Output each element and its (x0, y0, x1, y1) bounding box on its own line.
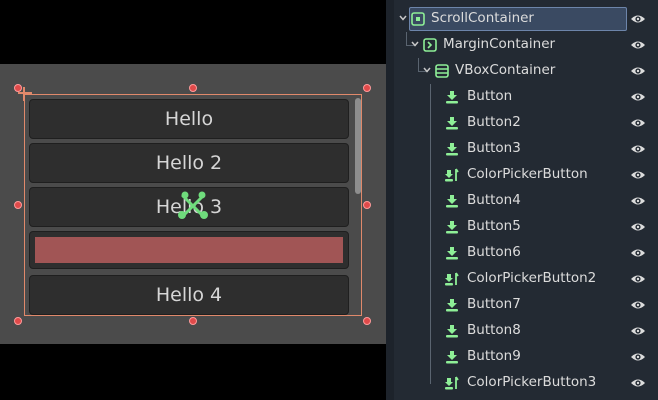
node-label: Button3 (467, 140, 521, 156)
visibility-eye-icon[interactable] (630, 194, 646, 208)
anchor-cross-icon[interactable] (14, 83, 34, 103)
node-label: Button6 (467, 244, 521, 260)
color-swatch (35, 237, 343, 263)
node-label: ColorPickerButton2 (467, 270, 597, 286)
node-label: ScrollContainer (431, 10, 534, 26)
node-label: ColorPickerButton3 (467, 374, 597, 390)
color-picker-button-icon (445, 376, 459, 390)
button-icon (446, 221, 458, 234)
node-label: MarginContainer (443, 36, 556, 52)
expand-arrow-icon[interactable] (422, 65, 432, 75)
button-icon (446, 325, 458, 338)
node-label: VBoxContainer (455, 62, 556, 78)
tree-row-button4[interactable]: Button4 (394, 188, 658, 214)
tree-row-colorpickerbutton2[interactable]: ColorPickerButton2 (394, 266, 658, 292)
resize-handle-bottom-right[interactable] (363, 317, 371, 325)
vertical-scrollbar[interactable] (354, 97, 361, 313)
hello-4-button[interactable]: Hello 4 (29, 275, 349, 315)
node-label: Button7 (467, 296, 521, 312)
tree-row-button5[interactable]: Button5 (394, 214, 658, 240)
visibility-eye-icon[interactable] (630, 220, 646, 234)
button-icon (446, 143, 458, 156)
tree-row-button6[interactable]: Button6 (394, 240, 658, 266)
expand-arrow-icon[interactable] (398, 13, 408, 23)
visibility-eye-icon[interactable] (630, 324, 646, 338)
scene-tree[interactable]: ScrollContainer MarginContainer VBoxCont… (394, 0, 658, 400)
node-label: Button2 (467, 114, 521, 130)
dock-edge (386, 0, 394, 400)
anchor-pivot-icon[interactable] (175, 188, 211, 224)
tree-row-scrollcontainer[interactable]: ScrollContainer (394, 6, 658, 32)
tree-row-button[interactable]: Button (394, 84, 658, 110)
tree-row-button9[interactable]: Button9 (394, 344, 658, 370)
expand-arrow-icon[interactable] (410, 39, 420, 49)
margin-container-icon (423, 38, 437, 52)
button-icon (446, 351, 458, 364)
editor-viewport[interactable]: Hello Hello 2 Hello 3 Hello 4 (0, 0, 386, 400)
tree-row-button3[interactable]: Button3 (394, 136, 658, 162)
tree-row-colorpickerbutton[interactable]: ColorPickerButton (394, 162, 658, 188)
button-icon (446, 117, 458, 130)
node-label: ColorPickerButton (467, 166, 588, 182)
tree-row-vboxcontainer[interactable]: VBoxContainer (394, 58, 658, 84)
visibility-eye-icon[interactable] (630, 64, 646, 78)
tree-row-button8[interactable]: Button8 (394, 318, 658, 344)
resize-handle-left[interactable] (14, 201, 22, 209)
vbox-container-icon (435, 64, 449, 78)
scroll-container-icon (411, 12, 425, 26)
button-icon (446, 91, 458, 104)
visibility-eye-icon[interactable] (630, 90, 646, 104)
resize-handle-bottom-left[interactable] (14, 317, 22, 325)
visibility-eye-icon[interactable] (630, 116, 646, 130)
visibility-eye-icon[interactable] (630, 168, 646, 182)
button-icon (446, 299, 458, 312)
visibility-eye-icon[interactable] (630, 12, 646, 26)
visibility-eye-icon[interactable] (630, 272, 646, 286)
resize-handle-bottom[interactable] (189, 317, 197, 325)
node-label: Button (467, 88, 513, 104)
visibility-eye-icon[interactable] (630, 350, 646, 364)
resize-handle-right[interactable] (363, 201, 371, 209)
visibility-eye-icon[interactable] (630, 246, 646, 260)
color-picker-button[interactable] (29, 231, 349, 269)
resize-handle-top-right[interactable] (363, 84, 371, 92)
node-label: Button4 (467, 192, 521, 208)
node-label: Button5 (467, 218, 521, 234)
scrollbar-grabber[interactable] (355, 98, 361, 194)
hello-2-button[interactable]: Hello 2 (29, 143, 349, 183)
node-label: Button9 (467, 348, 521, 364)
visibility-eye-icon[interactable] (630, 38, 646, 52)
color-picker-button-icon (445, 272, 459, 286)
tree-row-margincontainer[interactable]: MarginContainer (394, 32, 658, 58)
visibility-eye-icon[interactable] (630, 142, 646, 156)
hello-button[interactable]: Hello (29, 99, 349, 139)
color-picker-button-icon (445, 168, 459, 182)
visibility-eye-icon[interactable] (630, 376, 646, 390)
node-label: Button8 (467, 322, 521, 338)
visibility-eye-icon[interactable] (630, 298, 646, 312)
resize-handle-top[interactable] (189, 84, 197, 92)
button-icon (446, 195, 458, 208)
tree-row-button2[interactable]: Button2 (394, 110, 658, 136)
button-icon (446, 247, 458, 260)
tree-row-button7[interactable]: Button7 (394, 292, 658, 318)
tree-row-colorpickerbutton3[interactable]: ColorPickerButton3 (394, 370, 658, 396)
